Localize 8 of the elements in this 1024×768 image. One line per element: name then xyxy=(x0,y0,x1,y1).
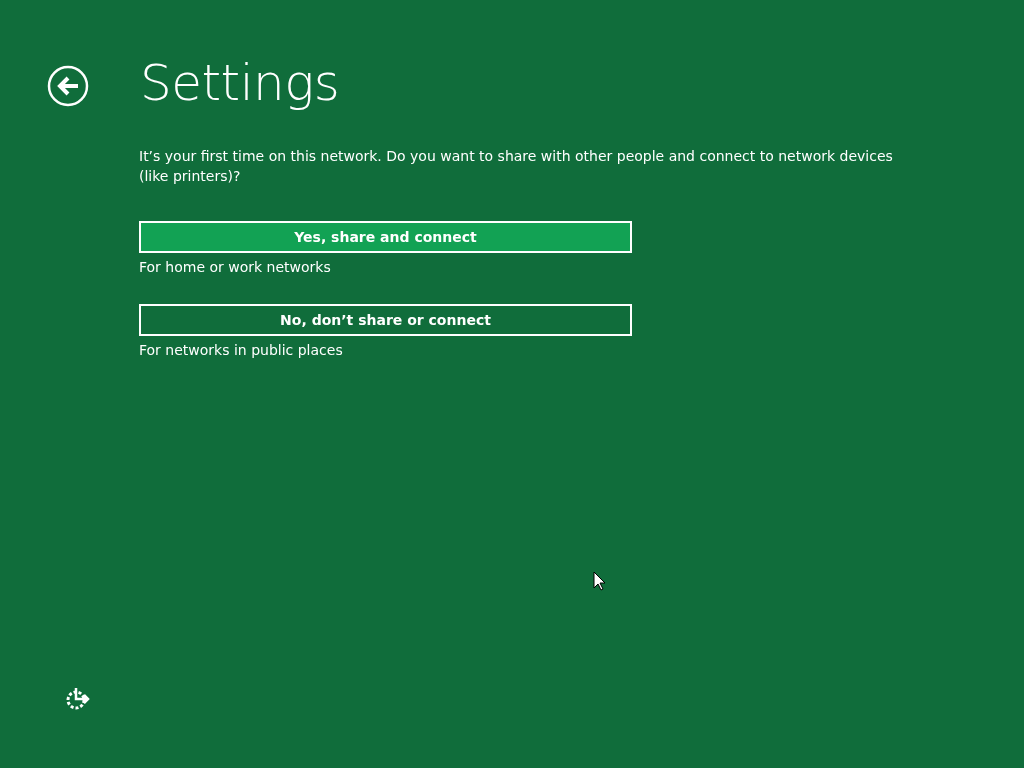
page-title: Settings xyxy=(140,58,340,108)
ease-of-access-icon[interactable] xyxy=(64,686,92,710)
choice-description: For networks in public places xyxy=(139,341,344,359)
mouse-cursor-icon xyxy=(593,571,606,591)
network-choice-button[interactable]: Yes, share and connect xyxy=(139,221,632,253)
choice-description: For home or work networks xyxy=(139,258,332,276)
network-choice-button[interactable]: No, don’t share or connect xyxy=(139,304,632,336)
network-prompt: It’s your first time on this network. Do you want to share with other people and connect to network devices (like printers)? xyxy=(139,147,894,186)
